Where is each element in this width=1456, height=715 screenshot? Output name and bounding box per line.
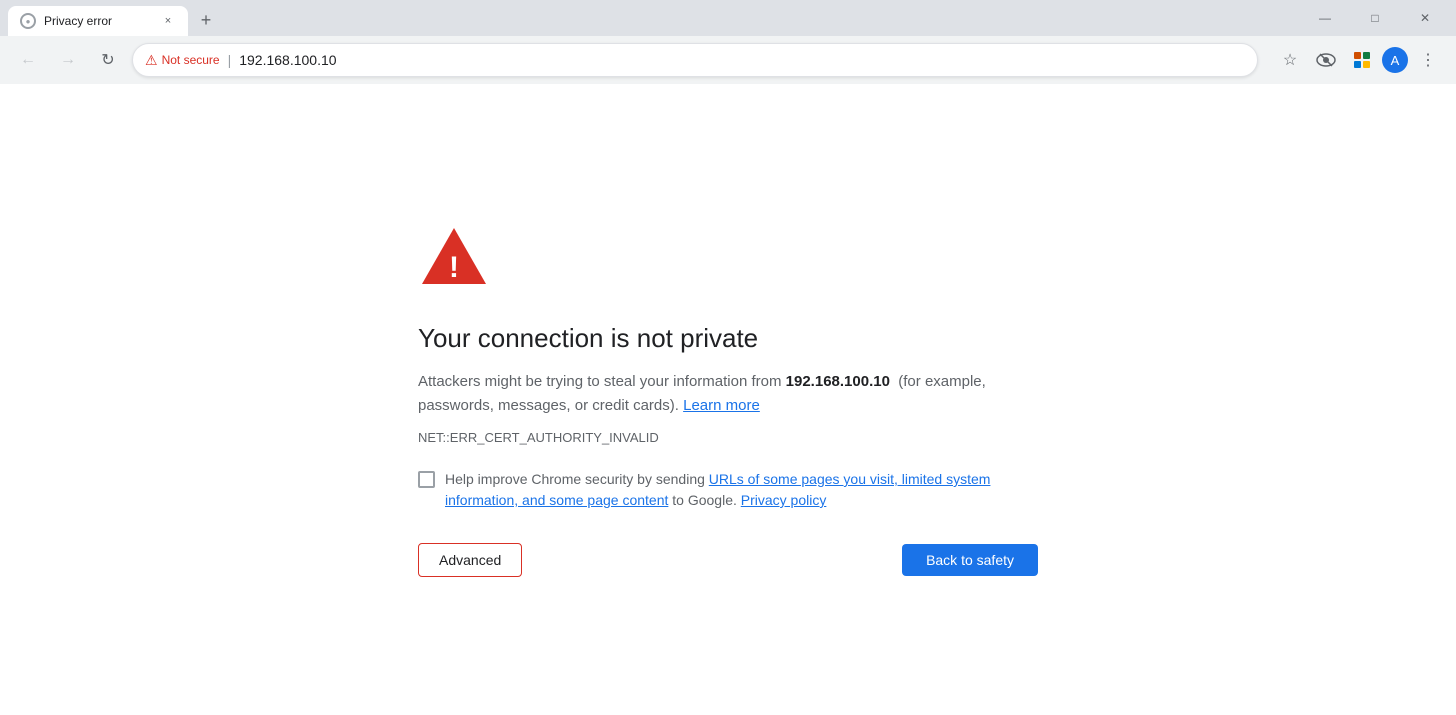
minimize-button[interactable]: — [1302,0,1348,36]
maximize-button[interactable]: □ [1352,0,1398,36]
page-content: ! Your connection is not private Attacke… [0,84,1456,715]
security-label: Not secure [162,53,220,67]
description-before: Attackers might be trying to steal your … [418,373,786,390]
menu-icon: ⋮ [1420,50,1436,70]
learn-more-link[interactable]: Learn more [683,397,760,414]
warning-icon-container: ! [418,222,490,299]
forward-icon: → [60,51,76,69]
tab-close-button[interactable]: × [160,13,176,29]
error-code: NET::ERR_CERT_AUTHORITY_INVALID [418,430,659,445]
checkbox-label: Help improve Chrome security by sending … [445,469,1038,511]
bookmark-button[interactable]: ☆ [1274,44,1306,76]
svg-text:!: ! [449,251,459,284]
tracking-protection-icon[interactable] [1310,44,1342,76]
privacy-policy-link[interactable]: Privacy policy [741,492,827,508]
error-domain: 192.168.100.10 [786,373,890,390]
active-tab[interactable]: ● Privacy error × [8,6,188,36]
error-title: Your connection is not private [418,323,758,354]
tab-strip: ● Privacy error × + [8,0,1302,36]
bookmark-icon: ☆ [1283,50,1297,70]
address-text: 192.168.100.10 [239,52,1245,68]
privacy-checkbox[interactable] [418,471,435,488]
back-button[interactable]: ← [12,44,44,76]
checkbox-before: Help improve Chrome security by sending [445,471,709,487]
window-controls: — □ ✕ [1302,0,1448,36]
error-container: ! Your connection is not private Attacke… [378,202,1078,597]
back-to-safety-button[interactable]: Back to safety [902,544,1038,576]
warning-triangle-icon: ! [418,222,490,294]
security-warning-icon: ⚠ [145,52,158,69]
title-bar: ● Privacy error × + — □ ✕ [0,0,1456,36]
extensions-icon-svg [1353,51,1371,69]
security-indicator: ⚠ Not secure [145,52,220,69]
extensions-button[interactable] [1346,44,1378,76]
profile-avatar[interactable]: A [1382,47,1408,73]
forward-button[interactable]: → [52,44,84,76]
checkbox-after: to Google. [668,492,737,508]
error-description: Attackers might be trying to steal your … [418,370,1038,418]
close-window-button[interactable]: ✕ [1402,0,1448,36]
new-tab-button[interactable]: + [192,6,220,34]
nav-icons: ☆ A ⋮ [1274,44,1444,76]
tab-title: Privacy error [44,14,152,28]
button-row: Advanced Back to safety [418,543,1038,577]
nav-bar: ← → ↻ ⚠ Not secure | 192.168.100.10 ☆ [0,36,1456,84]
tab-favicon: ● [20,13,36,29]
browser-window: ● Privacy error × + — □ ✕ ← → ↻ ⚠ Not se… [0,0,1456,715]
menu-button[interactable]: ⋮ [1412,44,1444,76]
advanced-button[interactable]: Advanced [418,543,522,577]
reload-icon: ↻ [101,50,114,70]
reload-button[interactable]: ↻ [92,44,124,76]
address-bar[interactable]: ⚠ Not secure | 192.168.100.10 [132,43,1258,77]
checkbox-row: Help improve Chrome security by sending … [418,469,1038,511]
address-separator: | [228,52,232,68]
back-icon: ← [20,51,36,69]
tracking-icon-svg [1316,53,1336,67]
